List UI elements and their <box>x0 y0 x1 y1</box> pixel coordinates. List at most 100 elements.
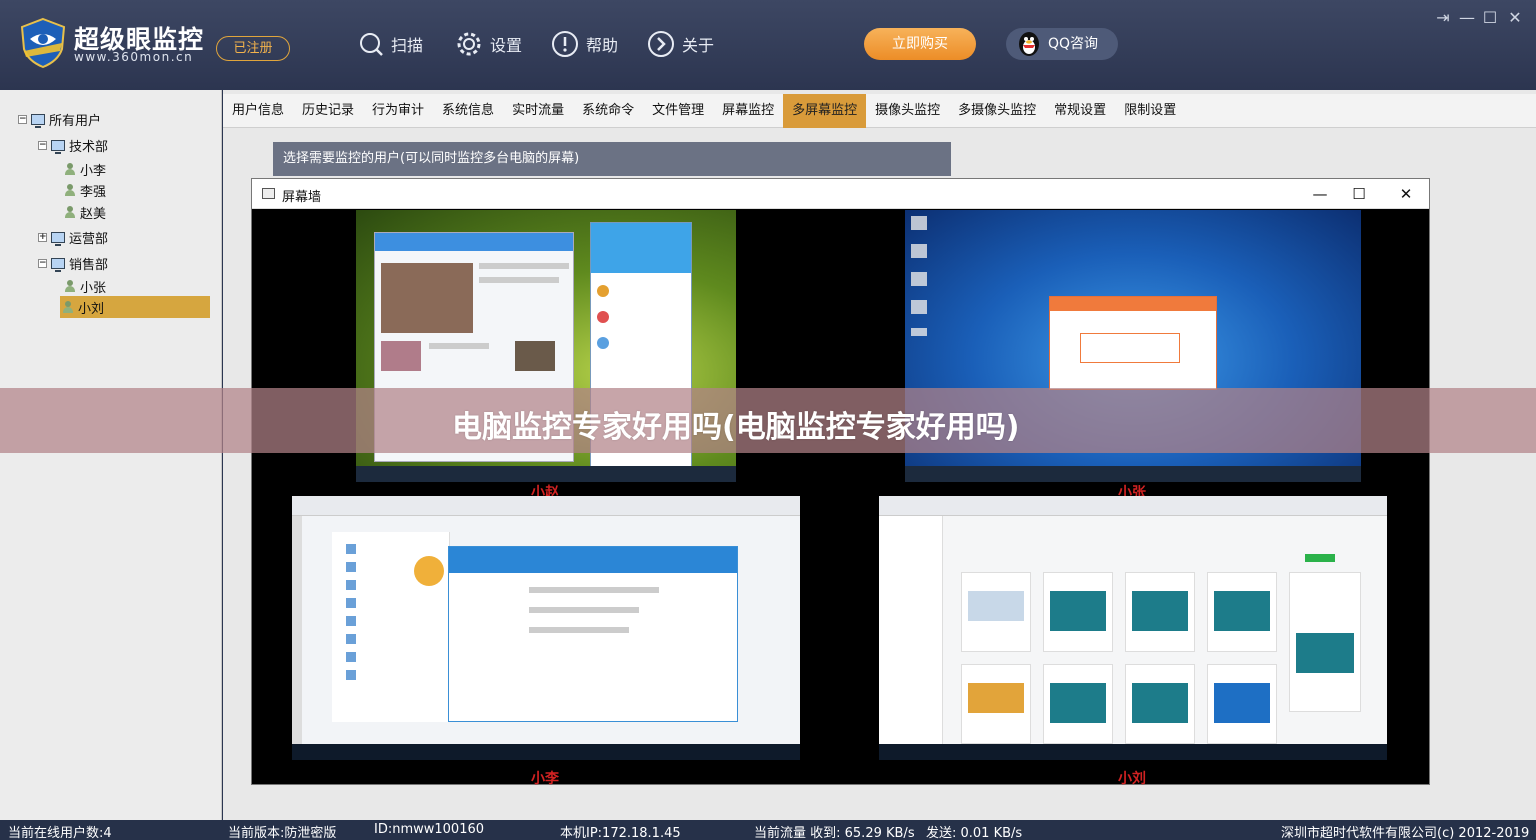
buy-now-button[interactable]: 立即购买 <box>864 28 976 60</box>
registered-button[interactable]: 已注册 <box>216 36 290 61</box>
computer-icon <box>51 257 65 272</box>
tree-user-label: 小李 <box>80 163 107 179</box>
about-icon <box>648 31 674 57</box>
screen-wall-titlebar: 屏幕墙 — ☐ ✕ <box>252 179 1429 209</box>
user-icon <box>64 206 76 218</box>
tab-system-info[interactable]: 系统信息 <box>433 94 503 128</box>
tree-group-sales[interactable]: − 销售部 <box>38 254 109 273</box>
screen-wall-window: 屏幕墙 — ☐ ✕ 小赵 小张 小李 小刘 <box>251 178 1430 787</box>
tree-group-label: 技术部 <box>69 139 109 155</box>
taskbar <box>905 466 1361 482</box>
qq-consult-button[interactable]: QQ咨询 <box>1006 28 1118 60</box>
tree-user-label: 小刘 <box>78 301 105 317</box>
tree-user-xiaozhang[interactable]: 小张 <box>64 277 107 296</box>
qq-label: QQ咨询 <box>1048 36 1099 52</box>
select-users-hint: 选择需要监控的用户(可以同时监控多台电脑的屏幕) <box>273 142 951 176</box>
user-tree: − 所有用户 − 技术部 小李 李强 赵美 + 运营部 − 销售部 小张 小刘 <box>0 90 222 820</box>
local-ip: 本机IP:172.18.1.45 <box>560 826 681 840</box>
logout-icon[interactable]: ⇥ <box>1432 8 1454 28</box>
wall-maximize-icon[interactable]: ☐ <box>1349 184 1369 204</box>
computer-icon <box>31 113 45 128</box>
machine-id: ID:nmww100160 <box>374 822 485 837</box>
tab-file-manager[interactable]: 文件管理 <box>643 94 713 128</box>
user-icon <box>62 301 74 313</box>
logo-shield-icon <box>20 17 66 69</box>
scan-label: 扫描 <box>391 36 424 55</box>
close-icon[interactable]: ✕ <box>1504 8 1526 28</box>
tree-user-zhaomei[interactable]: 赵美 <box>64 203 107 222</box>
traffic-received: 当前流量 收到: 65.29 KB/s <box>754 826 915 840</box>
version-info: 当前版本:防泄密版 <box>228 826 337 840</box>
wall-close-icon[interactable]: ✕ <box>1396 184 1416 204</box>
tab-screen-monitor[interactable]: 屏幕监控 <box>713 94 783 128</box>
copyright: 深圳市超时代软件有限公司(c) 2012-2019 <box>1281 826 1530 840</box>
maximize-icon[interactable]: ☐ <box>1479 8 1501 28</box>
status-bar: 当前在线用户数:4 当前版本:防泄密版 ID:nmww100160 本机IP:1… <box>0 820 1536 840</box>
tree-root-label: 所有用户 <box>49 113 102 129</box>
left-menu-thumbnail <box>879 516 943 744</box>
expand-toggle-icon[interactable]: + <box>38 232 47 242</box>
tree-group-ops[interactable]: + 运营部 <box>38 228 109 247</box>
collapse-toggle-icon[interactable]: − <box>38 258 47 268</box>
tree-user-label: 赵美 <box>80 206 107 222</box>
tab-history[interactable]: 历史记录 <box>293 94 363 128</box>
tree-user-xiaoli[interactable]: 小李 <box>64 160 107 179</box>
tab-multi-screen-monitor[interactable]: 多屏幕监控 <box>783 94 867 128</box>
app-url: www.360mon.cn <box>74 50 194 64</box>
tree-user-label: 小张 <box>80 280 107 296</box>
about-label: 关于 <box>682 36 715 55</box>
tab-realtime-traffic[interactable]: 实时流量 <box>503 94 573 128</box>
screen-4-label: 小刘 <box>1118 771 1146 787</box>
screen-3-label: 小李 <box>531 771 559 787</box>
banner-title: 电脑监控专家好用吗(电脑监控专家好用吗) <box>452 410 1020 445</box>
tab-user-info[interactable]: 用户信息 <box>223 94 293 128</box>
user-icon <box>64 163 76 175</box>
tab-behavior-audit[interactable]: 行为审计 <box>363 94 433 128</box>
user-icon <box>64 280 76 292</box>
online-users-count: 当前在线用户数:4 <box>8 826 112 840</box>
article-title-banner: 电脑监控专家好用吗(电脑监控专家好用吗) <box>0 388 1536 453</box>
tab-multi-camera-monitor[interactable]: 多摄像头监控 <box>949 94 1045 128</box>
minimize-icon[interactable]: — <box>1456 8 1478 28</box>
wall-minimize-icon[interactable]: — <box>1310 184 1330 204</box>
computer-icon <box>51 139 65 154</box>
dialog-thumbnail <box>1049 296 1217 390</box>
window-icon <box>262 188 275 199</box>
remote-screen-3[interactable] <box>292 496 800 760</box>
screen-wall-title: 屏幕墙 <box>282 190 322 205</box>
desktop-icons <box>911 216 927 336</box>
tree-user-label: 李强 <box>80 184 107 200</box>
tab-camera-monitor[interactable]: 摄像头监控 <box>866 94 949 128</box>
taskbar <box>879 744 1387 760</box>
tree-group-label: 运营部 <box>69 231 109 247</box>
collapse-toggle-icon[interactable]: − <box>38 140 47 150</box>
tab-system-command[interactable]: 系统命令 <box>573 94 643 128</box>
settings-label: 设置 <box>490 36 523 55</box>
tree-group-label: 销售部 <box>69 257 109 273</box>
qq-penguin-icon <box>1019 32 1039 56</box>
app-header: 超级眼监控 www.360mon.cn 已注册 扫描 设置 帮助 关于 立即购买… <box>0 0 1536 90</box>
gear-icon <box>457 32 481 56</box>
tree-root[interactable]: − 所有用户 <box>18 110 102 129</box>
tab-restriction-settings[interactable]: 限制设置 <box>1115 94 1185 128</box>
help-label: 帮助 <box>586 36 619 55</box>
scan-button[interactable]: 扫描 <box>358 28 423 60</box>
taskbar <box>356 466 736 482</box>
taskbar <box>292 744 800 760</box>
computer-icon <box>51 231 65 246</box>
chat-window-thumbnail <box>448 546 738 722</box>
collapse-toggle-icon[interactable]: − <box>18 114 27 124</box>
tree-user-liqiang[interactable]: 李强 <box>64 181 107 200</box>
tree-group-tech[interactable]: − 技术部 <box>38 136 109 155</box>
help-button[interactable]: 帮助 <box>551 28 618 60</box>
remote-screen-4[interactable] <box>879 496 1387 760</box>
help-icon <box>552 31 578 57</box>
tab-general-settings[interactable]: 常规设置 <box>1045 94 1115 128</box>
about-button[interactable]: 关于 <box>647 28 714 60</box>
scan-icon <box>360 33 383 56</box>
user-icon <box>64 184 76 196</box>
settings-button[interactable]: 设置 <box>455 28 522 60</box>
function-tabs: 用户信息 历史记录 行为审计 系统信息 实时流量 系统命令 文件管理 屏幕监控 … <box>223 94 1536 128</box>
tree-user-xiaoliu-selected[interactable]: 小刘 <box>60 296 210 318</box>
traffic-sent: 发送: 0.01 KB/s <box>926 826 1023 840</box>
